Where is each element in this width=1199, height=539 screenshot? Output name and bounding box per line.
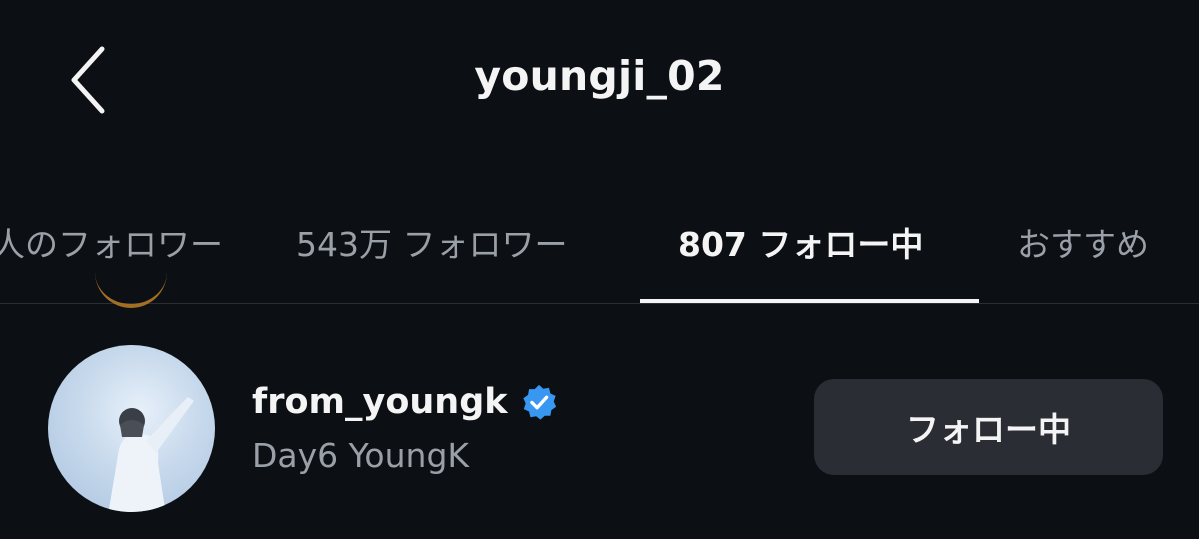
- following-screen: youngji_02 人のフォロワー 543万 フォロワー 807 フォロー中 …: [0, 0, 1199, 539]
- list-item[interactable]: from_youngk Day6 YoungK フォロー中: [0, 330, 1199, 530]
- avatar-photo: [108, 397, 194, 512]
- tab-bar: 人のフォロワー 543万 フォロワー 807 フォロー中 おすすめ: [0, 196, 1199, 304]
- tab-followers[interactable]: 543万 フォロワー: [296, 218, 567, 264]
- tab-following[interactable]: 807 フォロー中: [678, 218, 923, 264]
- verified-badge-icon: [522, 384, 556, 420]
- following-button[interactable]: フォロー中: [814, 379, 1163, 475]
- full-name: Day6 YoungK: [252, 436, 470, 475]
- tab-suggested[interactable]: おすすめ: [1017, 218, 1149, 264]
- active-tab-indicator: [640, 299, 979, 303]
- page-title: youngji_02: [474, 52, 725, 100]
- tab-mutual-followers[interactable]: 人のフォロワー: [0, 218, 223, 264]
- username[interactable]: from_youngk: [252, 382, 508, 422]
- username-row: from_youngk: [252, 382, 558, 422]
- avatar[interactable]: [48, 345, 215, 512]
